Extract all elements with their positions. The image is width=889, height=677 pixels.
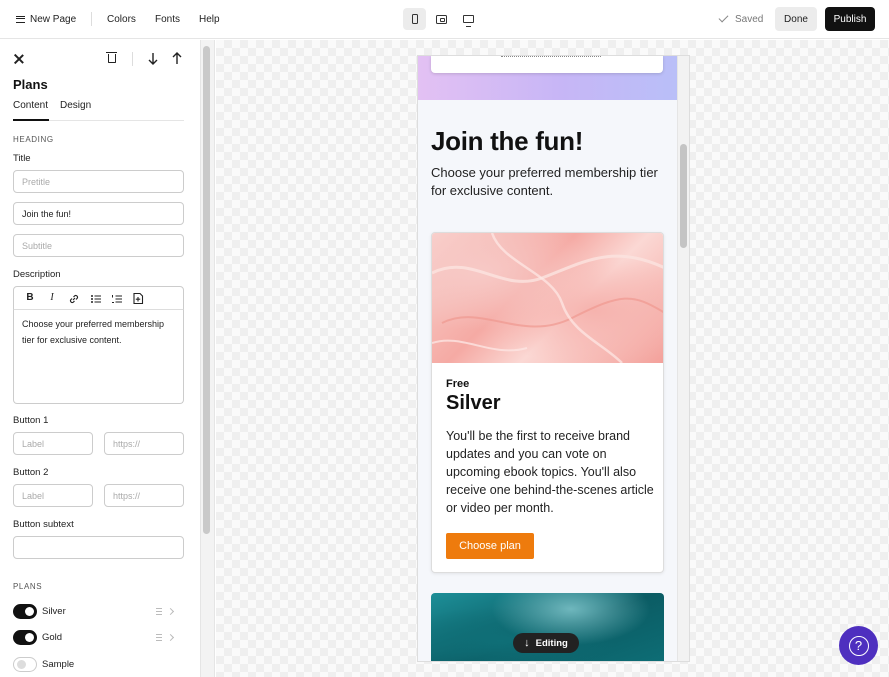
plan-title: Silver <box>446 392 501 414</box>
title-input[interactable]: Join the fun! <box>13 202 184 225</box>
help-button[interactable]: ? <box>839 626 878 665</box>
plan-image <box>432 233 663 363</box>
help-menu[interactable]: Help <box>199 0 220 38</box>
move-down-icon[interactable] <box>147 52 159 65</box>
active-tab-indicator <box>13 119 49 121</box>
preview-description[interactable]: Choose your preferred membership tier fo… <box>431 164 663 200</box>
pretitle-input[interactable]: Pretitle <box>13 170 184 193</box>
button2-url-input[interactable]: https:// <box>104 484 184 507</box>
saved-label: Saved <box>735 13 764 25</box>
plan-name: Sample <box>42 659 75 670</box>
device-desktop-button[interactable] <box>457 8 480 30</box>
trash-icon[interactable] <box>106 52 117 63</box>
divider <box>132 52 133 66</box>
device-tablet-button[interactable] <box>430 8 453 30</box>
previous-card-text <box>501 56 601 59</box>
button1-label-input[interactable]: Label <box>13 432 93 455</box>
plan-toggle-sample[interactable] <box>13 657 37 672</box>
page-menu-button[interactable]: New Page <box>16 0 76 38</box>
check-icon <box>718 12 729 23</box>
publish-button[interactable]: Publish <box>825 7 875 31</box>
drag-handle-icon[interactable] <box>156 608 162 615</box>
heading-section-label: HEADING <box>13 135 54 144</box>
editing-label: Editing <box>535 637 568 649</box>
device-phone-button[interactable] <box>403 8 426 30</box>
italic-button[interactable]: I <box>45 292 59 303</box>
done-button[interactable]: Done <box>775 7 817 31</box>
divider <box>91 12 92 26</box>
button1-url-input[interactable]: https:// <box>104 432 184 455</box>
subtitle-input[interactable]: Subtitle <box>13 234 184 257</box>
phone-preview: Join the fun! Choose your preferred memb… <box>417 55 690 662</box>
sidebar-scrollbar[interactable] <box>203 46 210 534</box>
plan-name: Silver <box>42 606 66 617</box>
preview-heading[interactable]: Join the fun! <box>431 126 583 157</box>
move-up-icon[interactable] <box>171 52 183 65</box>
plan-price: Free <box>446 378 470 390</box>
description-label: Description <box>13 269 61 280</box>
menu-icon <box>16 15 25 23</box>
top-bar: New Page Colors Fonts Help Saved Done Pu… <box>0 0 889 39</box>
bullet-list-icon[interactable] <box>89 293 103 305</box>
previous-section-background <box>418 56 677 100</box>
close-icon[interactable] <box>14 54 24 64</box>
rich-text-toolbar: B I <box>13 286 184 310</box>
title-label: Title <box>13 153 31 164</box>
fonts-menu[interactable]: Fonts <box>155 0 180 38</box>
button1-label: Button 1 <box>13 415 49 426</box>
arrow-down-icon: ↓ <box>524 637 530 649</box>
plan-name: Gold <box>42 632 63 643</box>
plan-description: You'll be the first to receive brand upd… <box>446 429 654 515</box>
numbered-list-icon[interactable] <box>110 293 124 305</box>
tab-content[interactable]: Content <box>13 100 48 111</box>
button2-label-input[interactable]: Label <box>13 484 93 507</box>
plan-toggle-gold[interactable] <box>13 630 37 645</box>
editing-indicator[interactable]: ↓ Editing <box>513 633 579 653</box>
question-icon: ? <box>848 635 869 656</box>
desktop-icon <box>463 15 474 27</box>
colors-menu[interactable]: Colors <box>107 0 136 38</box>
button-subtext-input[interactable] <box>13 536 184 559</box>
plan-toggle-silver[interactable] <box>13 604 37 619</box>
previous-card <box>431 56 663 73</box>
choose-plan-button[interactable]: Choose plan <box>446 533 534 559</box>
tablet-icon <box>436 14 447 24</box>
preview-scrollbar[interactable] <box>680 144 687 248</box>
link-icon[interactable] <box>67 293 81 305</box>
drag-handle-icon[interactable] <box>156 634 162 641</box>
tab-design[interactable]: Design <box>60 100 91 111</box>
page-name-label: New Page <box>30 13 77 25</box>
plan-card[interactable]: Free Silver You'll be the first to recei… <box>431 232 664 573</box>
section-title: Plans <box>13 77 48 92</box>
plans-section-label: PLANS <box>13 582 43 591</box>
save-status: Saved <box>718 0 764 38</box>
insert-block-icon[interactable] <box>131 292 145 305</box>
description-editor[interactable]: Choose your preferred membership tier fo… <box>13 309 184 404</box>
phone-icon <box>411 14 418 24</box>
bold-button[interactable]: B <box>23 292 37 303</box>
button-subtext-label: Button subtext <box>13 519 74 530</box>
button2-label: Button 2 <box>13 467 49 478</box>
